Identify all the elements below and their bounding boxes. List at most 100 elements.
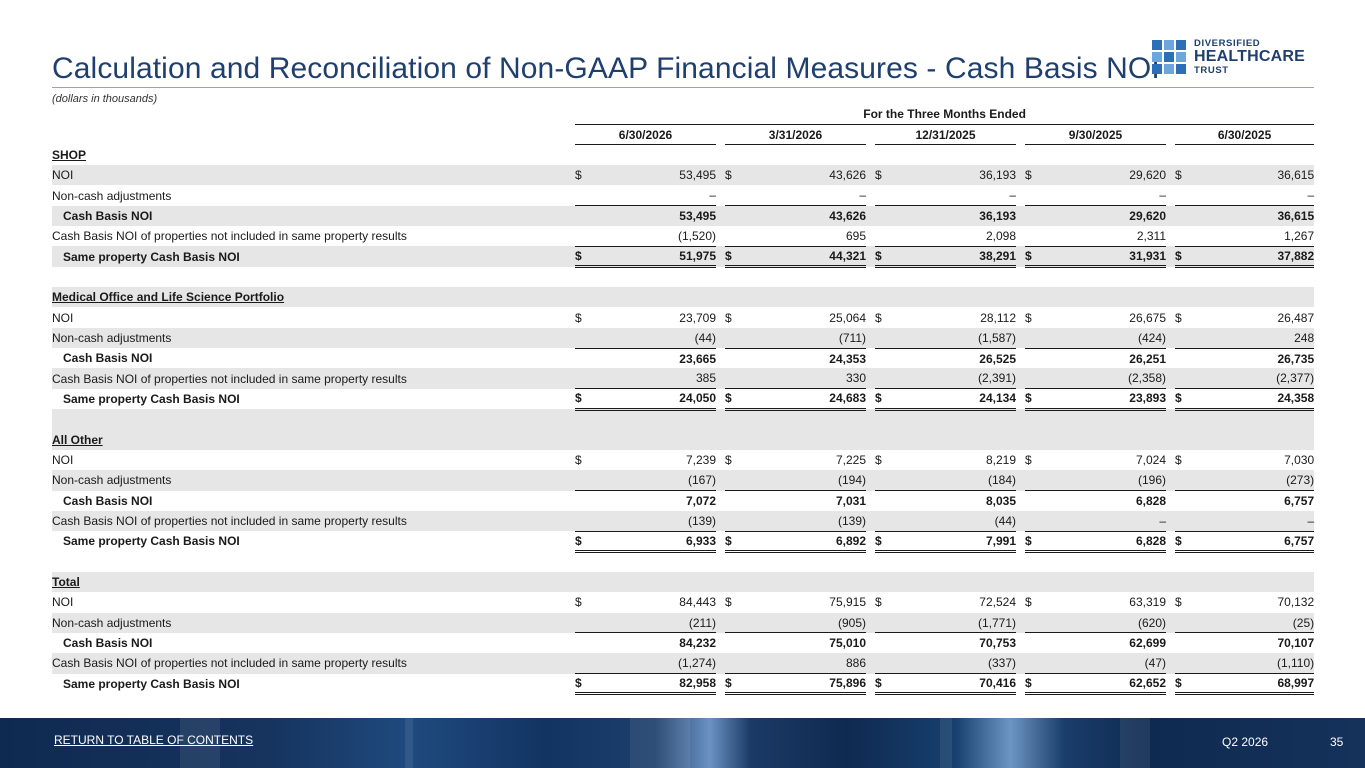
currency-symbol: $ (1025, 246, 1045, 269)
value-cell: – (595, 185, 716, 207)
currency-symbol (1025, 510, 1045, 532)
currency-symbol: $ (575, 246, 595, 269)
value-cell: 24,134 (895, 388, 1016, 411)
period-header-row: For the Three Months Ended (52, 104, 1315, 125)
currency-symbol: $ (575, 388, 595, 411)
value-cell: (620) (1045, 612, 1166, 634)
spacer-row (52, 267, 1314, 287)
currency-symbol: $ (725, 246, 745, 269)
currency-symbol: $ (725, 453, 732, 468)
currency-symbol: $ (1175, 388, 1195, 411)
currency-symbol (575, 510, 595, 532)
value-cell: 44,321 (745, 246, 866, 269)
currency-symbol (725, 368, 745, 390)
currency-symbol: $ (1175, 595, 1182, 610)
value-cell: 62,699 (1129, 636, 1166, 651)
table-row: NOI $7,239 $7,225 $8,219 $7,024 $7,030 (52, 450, 1314, 470)
table-row: Cash Basis NOI of properties not include… (52, 653, 1315, 675)
value-cell: 6,892 (745, 531, 866, 554)
currency-symbol: $ (1025, 453, 1032, 468)
currency-symbol (575, 226, 595, 247)
section-title: Total (52, 571, 571, 593)
value-cell: (711) (745, 327, 866, 349)
value-cell: (25) (1195, 612, 1315, 634)
return-to-toc-link[interactable]: RETURN TO TABLE OF CONTENTS (54, 733, 253, 747)
table-row: Same property Cash Basis NOI $51,975 $44,3… (52, 246, 1315, 269)
row-label: Cash Basis NOI (63, 493, 153, 508)
currency-symbol (575, 653, 595, 675)
value-cell: 51,975 (595, 246, 716, 269)
currency-symbol: $ (875, 246, 895, 269)
company-logo: DIVERSIFIED HEALTHCARE TRUST (1152, 36, 1322, 78)
currency-symbol: $ (1175, 673, 1195, 696)
currency-symbol (1025, 470, 1045, 492)
value-cell: 72,524 (979, 595, 1016, 610)
value-cell: 24,358 (1195, 388, 1315, 411)
section-header-row: SHOP (52, 145, 1314, 165)
currency-symbol: $ (575, 595, 582, 610)
value-cell: – (1045, 185, 1166, 207)
spacer-row (52, 409, 1315, 430)
currency-symbol (725, 205, 745, 227)
value-cell: 6,828 (1135, 493, 1166, 508)
value-cell: 75,896 (745, 673, 866, 696)
currency-symbol (875, 368, 895, 390)
value-cell: (273) (1195, 470, 1315, 492)
table-row: NOI $23,709 $25,064 $28,112 $26,675 $26,487 (52, 307, 1314, 327)
logo-line-2: HEALTHCARE (1194, 48, 1306, 65)
currency-symbol (575, 185, 595, 207)
value-cell: 36,615 (1195, 165, 1315, 186)
currency-symbol: $ (1175, 453, 1182, 468)
currency-symbol (725, 327, 745, 349)
currency-symbol (725, 510, 745, 532)
period-col-5: 6/30/2025 (1175, 124, 1315, 146)
row-label: Non-cash adjustments (52, 470, 571, 491)
value-cell: – (895, 185, 1016, 207)
currency-symbol (875, 491, 895, 511)
value-cell: 8,219 (985, 453, 1016, 468)
period-col-1: 6/30/2026 (575, 124, 716, 146)
currency-symbol (875, 633, 895, 653)
row-label: Cash Basis NOI (52, 205, 571, 227)
row-label: Non-cash adjustments (52, 327, 571, 349)
value-cell: (194) (745, 470, 866, 492)
value-cell: (139) (595, 510, 716, 532)
title-divider (52, 87, 1314, 88)
value-cell: 37,882 (1195, 246, 1315, 269)
currency-symbol: $ (725, 531, 745, 554)
value-cell: 7,991 (895, 531, 1016, 554)
value-cell: (211) (595, 612, 716, 634)
value-cell: 7,239 (685, 453, 716, 468)
currency-symbol: $ (875, 388, 895, 411)
currency-symbol (1025, 653, 1045, 675)
value-cell: 62,652 (1045, 673, 1166, 696)
footer-bar: RETURN TO TABLE OF CONTENTS Q2 2026 35 (0, 718, 1365, 768)
value-cell: 28,112 (980, 310, 1016, 325)
currency-symbol: $ (575, 453, 582, 468)
value-cell: 26,251 (1129, 351, 1166, 366)
row-label: Cash Basis NOI (63, 351, 153, 366)
value-cell: 84,232 (679, 636, 716, 651)
currency-symbol (575, 348, 595, 368)
currency-symbol (1025, 368, 1045, 390)
currency-symbol (1025, 185, 1045, 207)
value-cell: 29,620 (1045, 165, 1166, 186)
currency-symbol: $ (875, 595, 882, 610)
currency-symbol (1175, 470, 1195, 492)
value-cell: 7,031 (835, 493, 866, 508)
currency-symbol (1175, 633, 1195, 653)
period-col-2: 3/31/2026 (725, 124, 866, 146)
value-cell: 70,416 (895, 673, 1016, 696)
table-row: Non-cash adjustments (211) (905) (1,771) (62… (52, 612, 1315, 634)
currency-symbol (575, 327, 595, 349)
value-cell: (1,274) (595, 653, 716, 675)
value-cell: 53,495 (595, 165, 716, 186)
row-label: Cash Basis NOI of properties not include… (52, 653, 571, 674)
value-cell: 43,626 (745, 205, 866, 227)
value-cell: (184) (895, 470, 1016, 492)
value-cell: 43,626 (745, 165, 866, 186)
currency-symbol: $ (725, 165, 745, 186)
row-label: Same property Cash Basis NOI (63, 676, 240, 691)
value-cell: 886 (745, 653, 866, 675)
table-row: Same property Cash Basis NOI $6,933 $6,892… (52, 531, 1315, 554)
